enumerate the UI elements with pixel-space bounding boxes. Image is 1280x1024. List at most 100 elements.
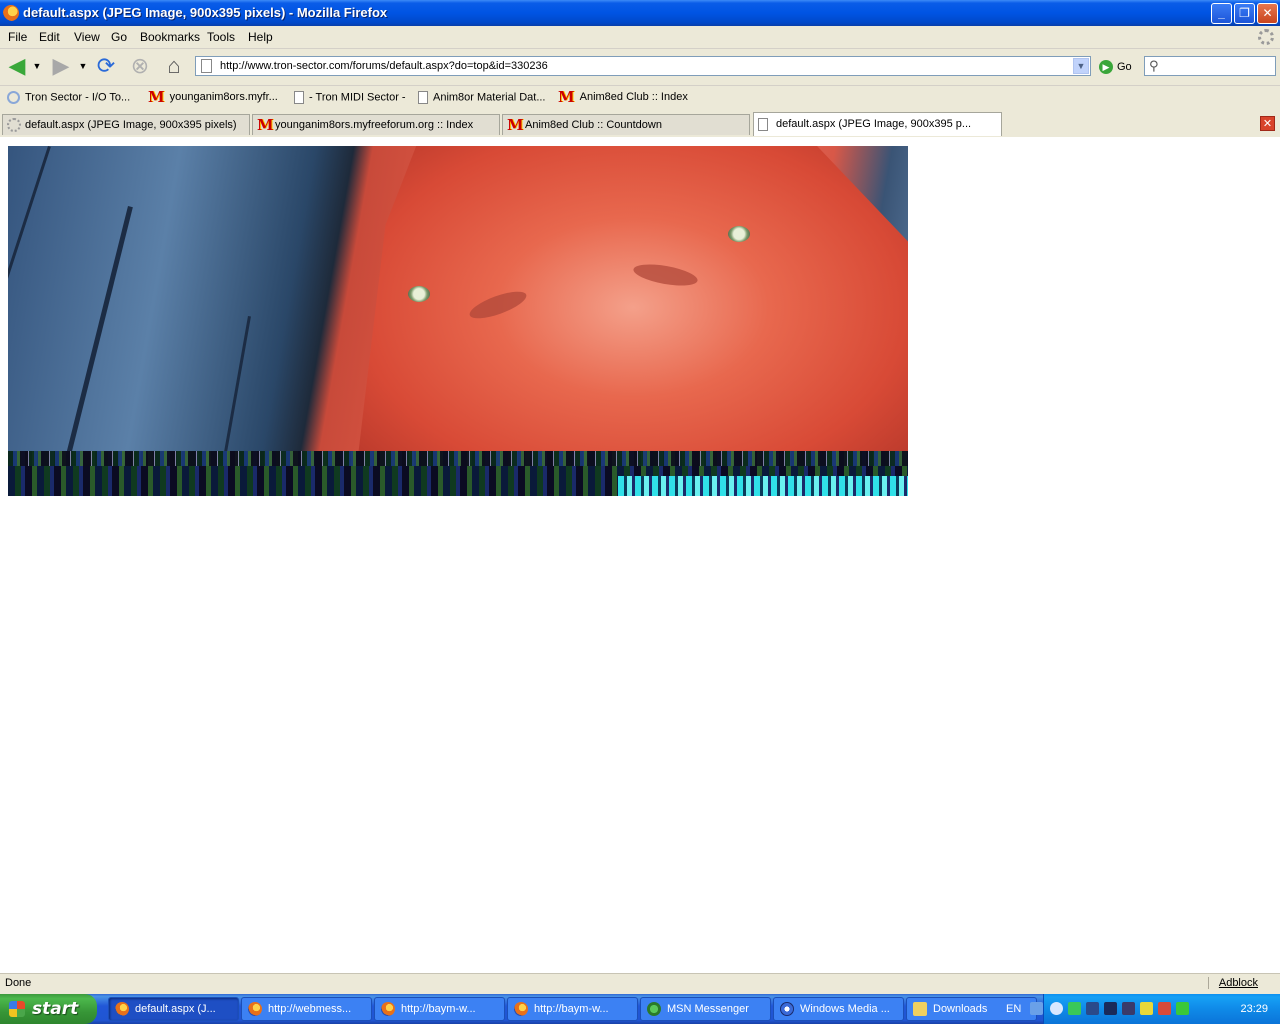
navigation-toolbar: ◀ ▼ ▶ ▼ ⟳ ⊗ ⌂ http://www.tron-sector.com… xyxy=(0,49,1280,86)
status-tray-icon[interactable] xyxy=(1176,1002,1189,1015)
bookmark-label: younganim8ors.myfr... xyxy=(169,90,278,103)
bookmark-anim8ed-club[interactable]: M Anim8ed Club :: Index xyxy=(558,88,688,106)
media-player-icon xyxy=(780,1002,794,1016)
forward-arrow-icon[interactable]: ▶ xyxy=(48,53,74,79)
go-button[interactable]: ▶ Go xyxy=(1099,59,1132,74)
task-label: MSN Messenger xyxy=(667,1003,749,1015)
window-title-bar[interactable]: default.aspx (JPEG Image, 900x395 pixels… xyxy=(0,0,1280,26)
page-content xyxy=(0,137,1280,973)
close-tab-icon[interactable]: ✕ xyxy=(1260,116,1275,131)
jpeg-image xyxy=(8,146,908,496)
tab-younganim8ors[interactable]: M younganim8ors.myfreeforum.org :: Index xyxy=(252,114,500,135)
back-history-dropdown[interactable]: ▼ xyxy=(30,53,44,79)
face-eye xyxy=(408,286,430,302)
taskbar: start default.aspx (J... http://webmess.… xyxy=(0,994,1280,1024)
tab-label: default.aspx (JPEG Image, 900x395 pixels… xyxy=(25,119,237,131)
taskbar-item-msn-messenger[interactable]: MSN Messenger xyxy=(640,997,771,1021)
doc-icon xyxy=(294,91,304,104)
m-icon: M xyxy=(558,88,575,106)
bookmark-label: Anim8or Material Dat... xyxy=(433,91,546,104)
taskbar-item-baym-2[interactable]: http://baym-w... xyxy=(507,997,638,1021)
menu-edit[interactable]: Edit xyxy=(39,30,60,44)
bookmark-label: - Tron MIDI Sector - xyxy=(309,91,406,104)
taskbar-item-webmessenger[interactable]: http://webmess... xyxy=(241,997,372,1021)
go-label: Go xyxy=(1117,60,1132,73)
taskbar-item-baym-1[interactable]: http://baym-w... xyxy=(374,997,505,1021)
home-icon[interactable]: ⌂ xyxy=(161,53,187,79)
minimize-button[interactable]: _ xyxy=(1211,3,1232,24)
m-icon: M xyxy=(257,116,274,134)
throbber-icon xyxy=(1258,29,1274,45)
taskbar-item-windows-media[interactable]: Windows Media ... xyxy=(773,997,904,1021)
bookmark-tron-midi-sector[interactable]: - Tron MIDI Sector - xyxy=(294,91,406,104)
adblock-button[interactable]: Adblock xyxy=(1207,977,1258,989)
url-history-dropdown[interactable]: ▼ xyxy=(1073,58,1089,74)
task-label: http://baym-w... xyxy=(401,1003,476,1015)
doc-icon xyxy=(418,91,428,104)
firefox-icon xyxy=(381,1002,395,1016)
m-icon: M xyxy=(148,88,165,106)
close-button[interactable]: ✕ xyxy=(1257,3,1278,24)
bookmark-label: Anim8ed Club :: Index xyxy=(579,90,688,103)
url-input[interactable]: http://www.tron-sector.com/forums/defaul… xyxy=(220,60,548,72)
background-stripe xyxy=(221,316,251,465)
messenger-tray-icon[interactable] xyxy=(1068,1002,1081,1015)
windows-logo-icon xyxy=(9,1001,25,1017)
system-tray: EN 23:29 xyxy=(1006,994,1280,1024)
monitor-tray-icon[interactable] xyxy=(1104,1002,1117,1015)
firefox-icon xyxy=(248,1002,262,1016)
language-indicator[interactable]: EN xyxy=(1006,1003,1021,1015)
tab-label: younganim8ors.myfreeforum.org :: Index xyxy=(275,119,474,131)
bookmark-younganim8ors[interactable]: Myounganim8ors.myfr... xyxy=(148,88,278,106)
menu-bar: File Edit View Go Bookmarks Tools Help xyxy=(0,26,1280,49)
corrupted-image-band xyxy=(618,476,908,496)
chevron-left-icon[interactable] xyxy=(1050,1002,1063,1015)
task-label: Downloads xyxy=(933,1003,988,1015)
page-icon xyxy=(201,59,212,73)
bookmark-label: Tron Sector - I/O To... xyxy=(25,91,131,104)
status-bar: Done Adblock xyxy=(0,973,1280,994)
network-tray-icon[interactable] xyxy=(1086,1002,1099,1015)
bookmarks-toolbar: Tron Sector - I/O To... Myounganim8ors.m… xyxy=(0,86,1280,110)
tab-default-aspx-1[interactable]: default.aspx (JPEG Image, 900x395 pixels… xyxy=(2,114,250,135)
back-arrow-icon[interactable]: ◀ xyxy=(4,53,30,79)
task-label: default.aspx (J... xyxy=(135,1003,216,1015)
task-label: http://baym-w... xyxy=(534,1003,609,1015)
go-icon: ▶ xyxy=(1099,59,1113,74)
forward-history-dropdown[interactable]: ▼ xyxy=(76,53,90,79)
taskbar-item-firefox-default[interactable]: default.aspx (J... xyxy=(108,997,239,1021)
network-icon[interactable] xyxy=(1030,1002,1043,1015)
menu-go[interactable]: Go xyxy=(111,30,127,44)
task-label: http://webmess... xyxy=(268,1003,352,1015)
tab-label: default.aspx (JPEG Image, 900x395 p... xyxy=(776,118,972,130)
reload-icon[interactable]: ⟳ xyxy=(93,53,119,79)
tab-label: Anim8ed Club :: Countdown xyxy=(525,119,662,131)
m-icon: M xyxy=(507,116,524,134)
bookmark-tron-sector[interactable]: Tron Sector - I/O To... xyxy=(7,91,130,104)
ring-icon xyxy=(7,91,20,104)
maximize-button[interactable]: ❐ xyxy=(1234,3,1255,24)
settings-tray-icon[interactable] xyxy=(1140,1002,1153,1015)
red-face xyxy=(358,146,908,456)
status-text: Done xyxy=(5,977,32,989)
tab-anim8ed-countdown[interactable]: M Anim8ed Club :: Countdown xyxy=(502,114,750,135)
menu-bookmarks[interactable]: Bookmarks xyxy=(140,30,200,44)
url-bar[interactable]: http://www.tron-sector.com/forums/defaul… xyxy=(195,56,1091,76)
start-button[interactable]: start xyxy=(0,994,97,1024)
folder-icon xyxy=(913,1002,927,1016)
window-title: default.aspx (JPEG Image, 900x395 pixels… xyxy=(23,5,388,20)
menu-tools[interactable]: Tools xyxy=(207,30,235,44)
bookmark-anim8or-material[interactable]: Anim8or Material Dat... xyxy=(418,91,545,104)
security-tray-icon[interactable] xyxy=(1158,1002,1171,1015)
stop-icon[interactable]: ⊗ xyxy=(127,53,153,79)
menu-view[interactable]: View xyxy=(74,30,100,44)
menu-file[interactable]: File xyxy=(8,30,27,44)
tab-default-aspx-active[interactable]: default.aspx (JPEG Image, 900x395 p... xyxy=(753,112,1002,136)
task-label: Windows Media ... xyxy=(800,1003,890,1015)
search-icon[interactable]: ⚲ xyxy=(1149,58,1159,74)
device-tray-icon[interactable] xyxy=(1122,1002,1135,1015)
search-box[interactable]: ⚲ xyxy=(1144,56,1276,76)
firefox-icon xyxy=(514,1002,528,1016)
background-stripe xyxy=(65,206,133,460)
menu-help[interactable]: Help xyxy=(248,30,273,44)
